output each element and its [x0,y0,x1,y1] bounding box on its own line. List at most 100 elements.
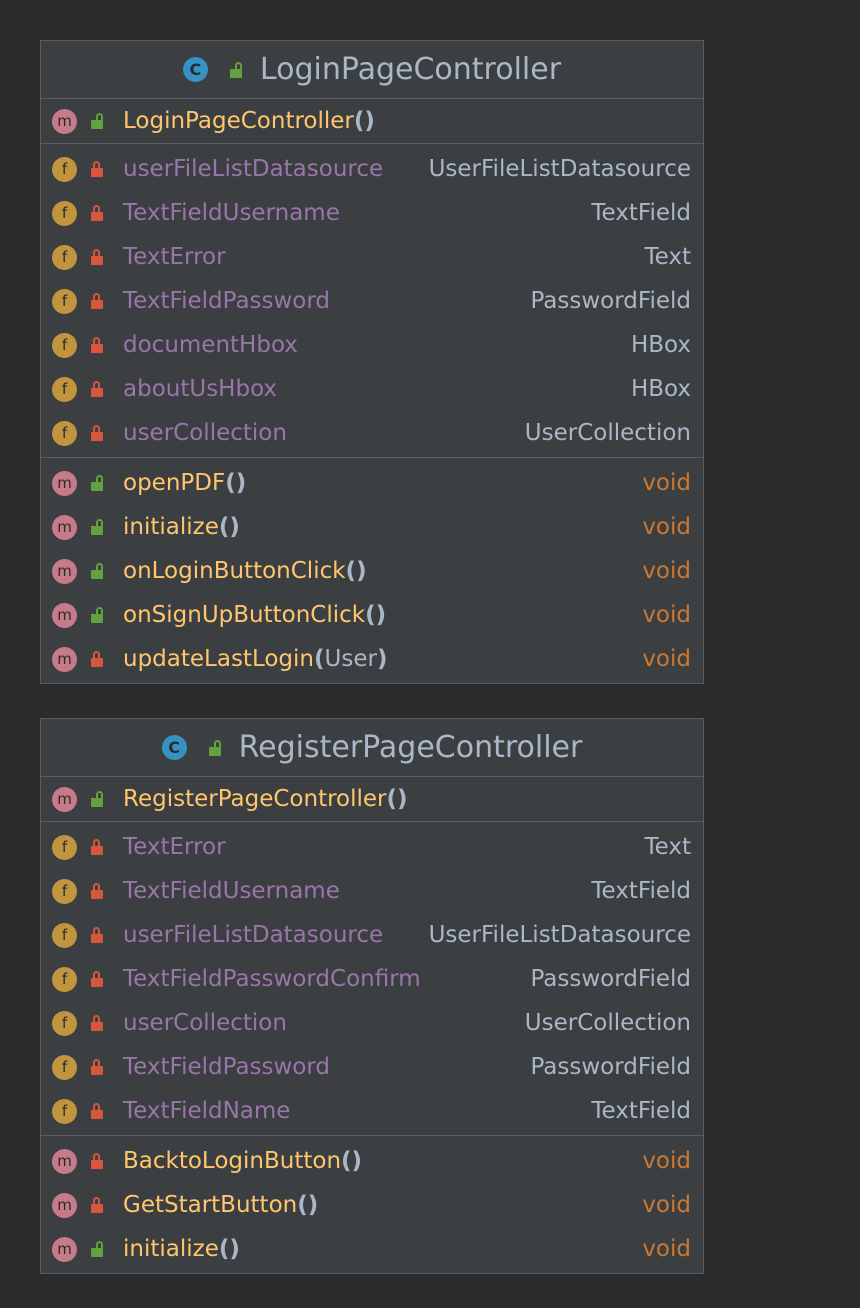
paren-open: ( [218,514,230,540]
constructor-row[interactable]: m LoginPageController() [41,99,703,143]
field-type: HBox [630,332,691,358]
field-row[interactable]: f TextFieldUsername TextField [41,191,703,235]
method-name-text: RegisterPageController [123,786,387,812]
paren-open: ( [365,602,376,628]
field-badge-icon: f [52,332,77,358]
return-type: void [642,1236,691,1262]
field-name: TextFieldPassword [123,1054,331,1080]
method-row[interactable]: m updateLastLogin(User) void [41,637,703,681]
method-name-text: updateLastLogin [123,646,314,672]
private-lock-icon [91,337,103,353]
method-badge-icon: m [52,108,77,134]
method-name: initialize() [123,1236,630,1262]
class-box[interactable]: C LoginPageController m LoginPageController… [40,40,704,684]
field-row[interactable]: f userFileListDatasource UserFileListDatas… [41,913,703,957]
method-row[interactable]: m BacktoLoginButton() void [41,1139,703,1183]
private-lock-icon [91,651,103,667]
field-name: TextFieldPasswordConfirm [123,966,421,992]
field-badge-icon: f [52,200,77,226]
field-type: TextField [591,200,691,226]
method-row[interactable]: m onLoginButtonClick() void [41,549,703,593]
paren-open: ( [386,786,398,812]
public-lock-icon [91,519,103,535]
public-lock-icon [91,563,103,579]
method-name-text: GetStartButton [123,1192,298,1218]
public-lock-icon [91,607,103,623]
paren-close: ) [356,558,367,584]
private-lock-icon [91,1153,103,1169]
field-row[interactable]: f documentHbox HBox [41,323,703,367]
method-row[interactable]: m openPDF() void [41,461,703,505]
public-lock-icon [91,1241,103,1257]
field-badge-icon: f [52,834,77,860]
class-icon: C [161,735,187,760]
field-type: UserCollection [524,420,691,446]
class-box[interactable]: C RegisterPageController m RegisterPageCont… [40,718,704,1274]
method-badge-icon: m [52,1148,77,1174]
private-lock-icon [91,161,103,177]
field-row[interactable]: f TextFieldPassword PasswordField [41,279,703,323]
method-row[interactable]: m onSignUpButtonClick() void [41,593,703,637]
method-row[interactable]: m initialize() void [41,505,703,549]
field-badge-icon: f [52,376,77,402]
constructor-row[interactable]: m RegisterPageController() [41,777,703,821]
field-row[interactable]: f TextError Text [41,825,703,869]
paren-open: ( [314,646,325,672]
method-name-text: initialize [123,1236,219,1262]
paren-open: ( [341,1148,352,1174]
field-name: TextFieldUsername [123,878,340,904]
paren-close: ) [307,1192,319,1218]
field-type: PasswordField [530,1054,691,1080]
field-type: PasswordField [530,966,691,992]
class-icon: C [182,57,208,82]
private-lock-icon [91,1103,103,1119]
field-type: UserFileListDatasource [428,156,691,182]
field-type: HBox [630,376,691,402]
paren-open: ( [225,470,236,496]
fields-section: f userFileListDatasource UserFileListDatas… [41,144,703,458]
field-row[interactable]: f TextFieldPassword PasswordField [41,1045,703,1089]
field-name: TextFieldName [123,1098,291,1124]
field-badge-icon: f [52,878,77,904]
fields-section: f TextError Text f TextFieldUsername TextFiel… [41,822,703,1136]
method-row[interactable]: m initialize() void [41,1227,703,1271]
paren-open: ( [218,1236,230,1262]
field-row[interactable]: f userCollection UserCollection [41,1001,703,1045]
private-lock-icon [91,293,103,309]
method-badge-icon: m [52,602,77,628]
return-type: void [642,602,691,628]
private-lock-icon [91,883,103,899]
field-row[interactable]: f TextFieldName TextField [41,1089,703,1133]
private-lock-icon [91,927,103,943]
field-row[interactable]: f TextError Text [41,235,703,279]
return-type: void [642,558,691,584]
public-lock-icon [208,739,221,756]
paren-close: ) [235,470,247,496]
field-type: TextField [591,878,691,904]
method-name-text: initialize [123,514,219,540]
method-badge-icon: m [52,558,77,584]
method-name-text: onLoginButtonClick [123,558,346,584]
paren-open: ( [353,108,365,134]
field-badge-icon: f [52,288,77,314]
field-row[interactable]: f TextFieldPasswordConfirm PasswordField [41,957,703,1001]
methods-section: m BacktoLoginButton() void m GetStartButton(… [41,1136,703,1273]
class-name: RegisterPageController [238,730,583,765]
return-type: void [642,514,691,540]
paren-close: ) [364,108,375,134]
method-name: onLoginButtonClick() [123,558,630,584]
field-name: documentHbox [123,332,298,358]
field-row[interactable]: f userCollection UserCollection [41,411,703,455]
method-name: onSignUpButtonClick() [123,602,630,628]
method-row[interactable]: m GetStartButton() void [41,1183,703,1227]
method-badge-icon: m [52,470,77,496]
paren-open: ( [345,558,357,584]
field-name: TextFieldPassword [123,288,331,314]
method-badge-icon: m [52,514,77,540]
field-badge-icon: f [52,922,77,948]
field-row[interactable]: f userFileListDatasource UserFileListDatas… [41,147,703,191]
field-row[interactable]: f aboutUsHbox HBox [41,367,703,411]
field-badge-icon: f [52,244,77,270]
field-row[interactable]: f TextFieldUsername TextField [41,869,703,913]
field-name: aboutUsHbox [123,376,278,402]
